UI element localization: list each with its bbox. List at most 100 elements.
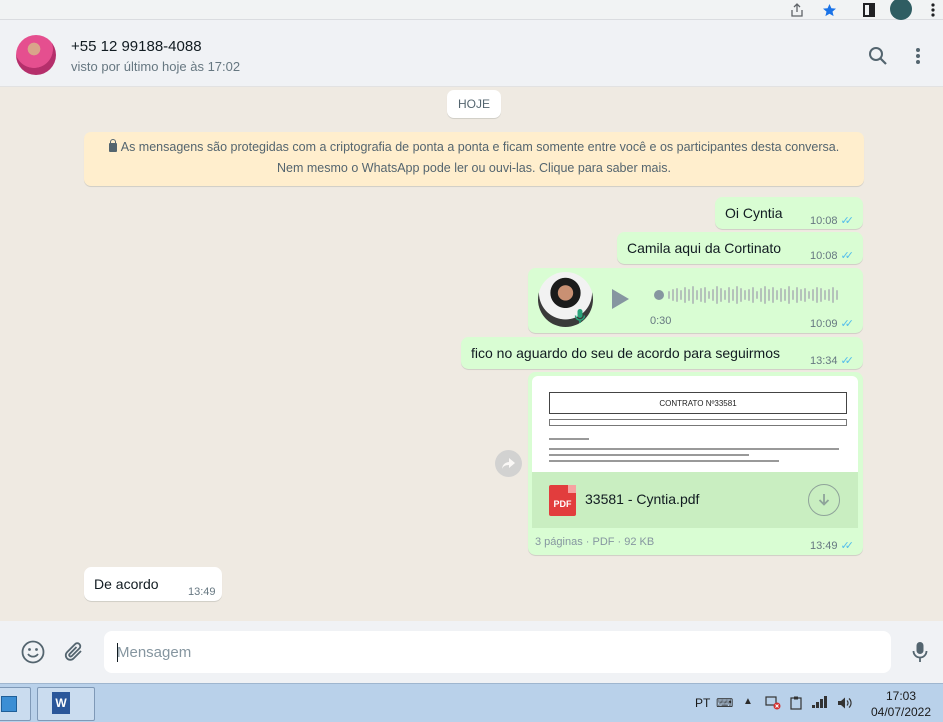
encryption-notice-text: As mensagens são protegidas com a cripto… [120,140,840,175]
voice-message-bubble[interactable]: 0:30 10:09 ✓✓ [528,268,863,333]
waveform-bar [780,288,782,302]
message-meta: 13:34 ✓✓ [810,354,855,368]
message-time: 10:08 [810,214,838,227]
waveform-bar [740,288,742,302]
network-error-icon[interactable] [765,696,781,713]
forward-icon[interactable] [495,450,522,477]
waveform-bar [816,287,818,303]
message-input[interactable] [104,631,891,673]
waveform-bar [804,288,806,302]
waveform-bar [788,286,790,304]
lock-icon [108,139,117,152]
message-time: 13:34 [810,354,838,367]
waveform-bar [720,288,722,302]
chat-header: +55 12 99188-4088 visto por último hoje … [0,20,943,87]
message-bubble-out[interactable]: Camila aqui da Cortinato 10:08 ✓✓ [617,232,863,264]
mic-icon [574,308,586,324]
waveform-bar [684,287,686,303]
contact-name[interactable]: +55 12 99188-4088 [71,38,202,55]
audio-waveform[interactable] [654,285,842,305]
waveform-bar [756,291,758,299]
preview-line [549,454,749,456]
document-preview[interactable]: CONTRATO Nº33581 [532,376,858,472]
mic-icon[interactable] [907,639,933,665]
show-hidden-icons-icon[interactable]: ▲ [743,696,753,707]
message-bubble-in[interactable]: De acordo 13:49 [84,567,222,601]
volume-icon[interactable] [837,696,853,713]
system-clock[interactable]: 17:03 04/07/2022 [866,688,936,720]
waveform-bar [708,291,710,299]
message-meta: 10:08 ✓✓ [810,214,854,228]
waveform-bar [716,286,718,304]
message-time: 10:09 [810,317,838,330]
message-meta: 13:49 ✓✓ [810,539,854,553]
message-text: De acordo [94,576,159,592]
waveform-bar [680,290,682,300]
preview-line [549,419,847,426]
waveform-bar [784,289,786,301]
document-preview-title: CONTRATO Nº33581 [549,392,847,414]
waveform-bar [764,286,766,304]
waveform-bar [832,287,834,303]
share-icon[interactable] [788,1,806,19]
signal-icon[interactable] [812,696,828,711]
message-bubble-out[interactable]: fico no aguardo do seu de acordo para se… [461,337,863,369]
waveform-bar [728,287,730,303]
last-seen-status: visto por último hoje às 17:02 [71,59,241,74]
message-time: 13:49 [188,586,216,598]
keyboard-icon[interactable]: ⌨ [716,696,733,710]
encryption-notice[interactable]: As mensagens são protegidas com a cripto… [84,132,864,186]
message-bubble-out[interactable]: Oi Cyntia 10:08 ✓✓ [715,197,863,229]
play-button[interactable] [612,289,629,309]
taskbar-app-button[interactable] [0,687,31,721]
read-ticks-icon: ✓✓ [840,318,855,330]
profile-icon[interactable] [890,0,912,20]
language-indicator[interactable]: PT [695,696,710,710]
waveform-bar [776,290,778,300]
waveform-bar [676,288,678,302]
waveform-bar [732,289,734,301]
message-meta: 13:49 [188,586,216,598]
chat-area[interactable]: HOJE As mensagens são protegidas com a c… [0,87,943,621]
document-message-bubble[interactable]: CONTRATO Nº33581 PDF 33581 - Cyntia.pdf … [528,372,863,555]
waveform-bar [760,288,762,302]
document-file-row[interactable]: PDF 33581 - Cyntia.pdf [532,472,858,528]
document-info: 3 páginas · PDF · 92 KB [535,536,655,548]
app-icon [1,696,17,712]
browser-toolbar [0,0,943,20]
message-text: Oi Cyntia [725,205,783,221]
pdf-file-icon: PDF [549,485,576,516]
playback-handle[interactable] [654,290,664,300]
clock-date: 04/07/2022 [870,705,932,719]
read-ticks-icon: ✓✓ [840,355,855,367]
waveform-bar [800,289,802,301]
download-icon[interactable] [808,484,840,516]
search-icon[interactable] [866,44,890,68]
sidepanel-icon[interactable] [860,1,878,19]
emoji-icon[interactable] [20,639,46,665]
more-menu-icon[interactable] [906,44,930,68]
waveform-bar [688,289,690,301]
read-ticks-icon: ✓✓ [840,250,855,262]
voice-duration: 0:30 [650,315,672,327]
windows-taskbar: W PT ⌨ ▲ 17:03 04/07/2022 [0,683,943,722]
message-text: fico no aguardo do seu de acordo para se… [471,345,780,361]
clipboard-icon[interactable] [790,696,802,713]
menu-icon[interactable] [924,1,942,19]
preview-line [549,448,839,450]
message-time: 10:08 [810,249,838,262]
waveform-bar [836,290,838,300]
bookmark-star-icon[interactable] [820,1,838,19]
attach-icon[interactable] [61,639,87,665]
message-meta: 10:09 ✓✓ [810,317,855,331]
waveform-bar [752,287,754,303]
contact-avatar[interactable] [16,35,56,75]
waveform-bar [796,287,798,303]
waveform-bar [668,291,670,299]
waveform-bar [768,289,770,301]
waveform-bar [736,286,738,304]
waveform-bar [672,289,674,301]
waveform-bar [748,289,750,301]
waveform-bar [724,290,726,300]
waveform-bar [792,290,794,300]
